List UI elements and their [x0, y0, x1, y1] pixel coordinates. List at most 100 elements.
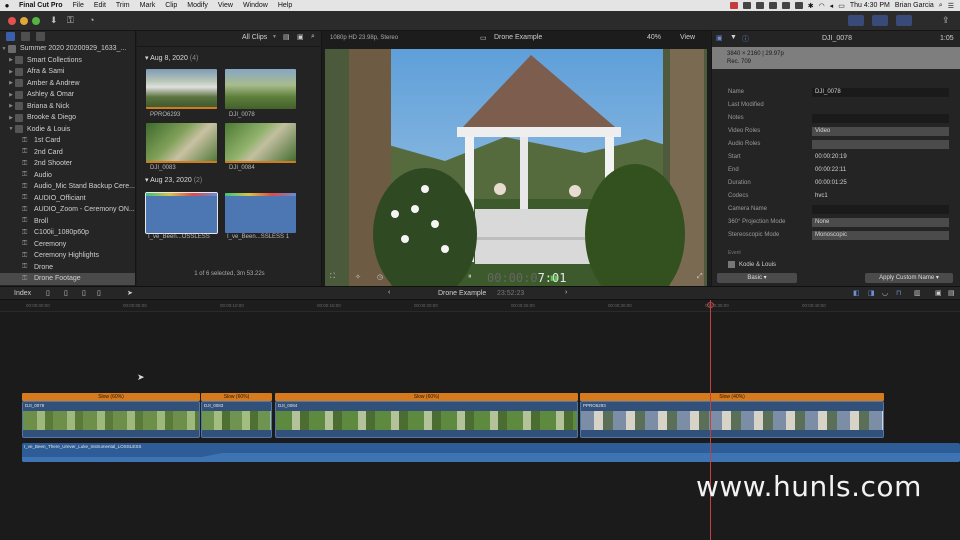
clip-thumbnail[interactable]: [146, 69, 217, 109]
video-frame[interactable]: [325, 49, 707, 298]
battery-icon[interactable]: ▭: [838, 2, 845, 10]
play-pause-icon[interactable]: ⏸: [468, 273, 472, 281]
photos-audio-tab-icon[interactable]: [21, 32, 30, 41]
metadata-field[interactable]: DJI_0078: [812, 88, 949, 97]
snapping-icon[interactable]: ⊓: [896, 289, 901, 297]
playhead[interactable]: [710, 300, 711, 540]
minimize-window-button[interactable]: [20, 17, 28, 25]
append-clip-icon[interactable]: ▯: [82, 289, 86, 297]
menubar-extra-icon[interactable]: [729, 2, 738, 9]
overwrite-clip-icon[interactable]: ▯: [97, 289, 101, 297]
clip-filter-popup[interactable]: All Clips: [242, 34, 267, 41]
sidebar-item-keyword[interactable]: ⚿ AUDIO_Officiant: [0, 193, 135, 205]
sidebar-item-keyword[interactable]: ⚿ Audio_Mic Stand Backup Cere...: [0, 181, 135, 193]
sidebar-item-event[interactable]: ▶ Briana & Nick: [0, 101, 135, 113]
disclosure-closed-icon[interactable]: ▶: [7, 103, 15, 109]
disclosure-closed-icon[interactable]: ▶: [7, 92, 15, 98]
menubar-extra-icon[interactable]: [755, 2, 764, 9]
menubar-extra-icon[interactable]: [781, 2, 790, 9]
metadata-field[interactable]: [812, 205, 949, 214]
select-tool-icon[interactable]: ➤: [127, 289, 133, 297]
bluetooth-icon[interactable]: ✱: [808, 2, 814, 10]
fullscreen-icon[interactable]: ⤢: [697, 273, 703, 281]
retime-bar[interactable]: Slow (60%): [275, 393, 578, 401]
menu-help[interactable]: Help: [273, 2, 297, 9]
sidebar-item-keyword[interactable]: ⚿ AUDIO_Zoom - Ceremony ON...: [0, 204, 135, 216]
menubar-extra-icon[interactable]: [742, 2, 751, 9]
audio-only-icon[interactable]: ◨: [868, 289, 875, 297]
menu-mark[interactable]: Mark: [135, 2, 161, 9]
clip-appearance-icon[interactable]: ▣: [297, 33, 304, 41]
disclosure-closed-icon[interactable]: ▶: [7, 69, 15, 75]
clip-thumbnail[interactable]: [225, 69, 296, 109]
audio-inspector-icon[interactable]: ▼: [730, 34, 737, 41]
view-options-popup[interactable]: View: [680, 34, 695, 41]
zoom-popup[interactable]: 40%: [647, 34, 661, 41]
timeline-view-icon[interactable]: ▣: [935, 289, 942, 297]
effects-browser-icon[interactable]: ▤: [948, 289, 955, 297]
share-icon[interactable]: ⇪: [942, 15, 950, 26]
disclosure-closed-icon[interactable]: ▶: [7, 57, 15, 63]
menu-window[interactable]: Window: [238, 2, 273, 9]
menu-modify[interactable]: Modify: [182, 2, 213, 9]
titles-generators-tab-icon[interactable]: [36, 32, 45, 41]
menubar-extra-icon[interactable]: [794, 2, 803, 9]
sidebar-item-event[interactable]: ▼ Kodie & Louis: [0, 124, 135, 136]
date-group-header[interactable]: ▾ Aug 23, 2020 (2): [145, 176, 202, 184]
libraries-tab-icon[interactable]: [6, 32, 15, 41]
timeline[interactable]: ➤ Slow (60%) Slow (60%) Slow (60%) Slow (40…: [0, 312, 960, 540]
retime-bar[interactable]: Slow (60%): [22, 393, 200, 401]
audio-clip-thumbnail[interactable]: [145, 192, 218, 234]
audio-clip-thumbnail[interactable]: [225, 193, 296, 233]
close-window-button[interactable]: [8, 17, 16, 25]
sidebar-item-keyword[interactable]: ⚿ Ceremony: [0, 239, 135, 251]
timeline-forward-icon[interactable]: ›: [565, 289, 567, 296]
menu-file[interactable]: File: [68, 2, 89, 9]
sidebar-item-keyword[interactable]: ⚿ 2nd Shooter: [0, 158, 135, 170]
menubar-extra-icon[interactable]: [768, 2, 777, 9]
clip-thumbnail[interactable]: [225, 123, 296, 163]
metadata-popup[interactable]: Monoscopic: [812, 231, 949, 240]
date-group-header[interactable]: ▾ Aug 8, 2020 (4): [145, 54, 198, 62]
menu-view[interactable]: View: [213, 2, 238, 9]
timeline-ruler[interactable]: 00:00:00:00 00:00:05:00 00:00:10:00 00:00:1…: [0, 300, 960, 312]
filmstrip-view-icon[interactable]: ▤: [283, 33, 290, 41]
info-icon[interactable]: ⓘ: [742, 34, 749, 44]
zoom-window-button[interactable]: [32, 17, 40, 25]
enhancements-icon[interactable]: ✧: [355, 273, 361, 281]
sidebar-item-event[interactable]: ▶ Smart Collections: [0, 55, 135, 67]
library-row[interactable]: ▼ Summer 2020 20200929_1633_...: [0, 43, 135, 55]
sidebar-item-keyword[interactable]: ⚿ Audio: [0, 170, 135, 182]
video-clip[interactable]: PPRO6293: [580, 401, 884, 438]
audio-clip[interactable]: I_ve_Been_There_Urever_Luke_Instrumental…: [22, 443, 960, 462]
connect-clip-icon[interactable]: ▯: [46, 289, 50, 297]
wifi-icon[interactable]: ◠: [819, 2, 825, 10]
sidebar-item-keyword[interactable]: ⚿ Drone Footage: [0, 273, 135, 285]
sidebar-item-keyword[interactable]: ⚿ 1st Card: [0, 135, 135, 147]
sidebar-item-event[interactable]: ▶ Afra & Sami: [0, 66, 135, 78]
timeline-back-icon[interactable]: ‹: [388, 289, 390, 296]
transform-tool-icon[interactable]: ⛶: [330, 273, 335, 281]
spotlight-icon[interactable]: ⌕: [939, 2, 943, 10]
import-icon[interactable]: ⬇: [50, 15, 58, 26]
sidebar-item-event[interactable]: ▶ Brooke & Diego: [0, 112, 135, 124]
workspace-layout-button[interactable]: [848, 15, 864, 26]
timeline-index-button[interactable]: Index: [14, 290, 31, 297]
video-clip[interactable]: DJI_0084: [275, 401, 578, 438]
sidebar-item-keyword[interactable]: ⚿ Drone: [0, 262, 135, 274]
disclosure-closed-icon[interactable]: ▶: [7, 115, 15, 121]
keyword-icon[interactable]: ⚿: [67, 15, 74, 26]
disclosure-open-icon[interactable]: ▼: [0, 46, 8, 52]
headphones-icon[interactable]: ◡: [882, 289, 888, 297]
background-tasks-icon[interactable]: ◔: [89, 15, 94, 25]
video-clip[interactable]: DJI_0083: [201, 401, 272, 438]
sidebar-item-keyword[interactable]: ⚿ C100ii_1080p60p: [0, 227, 135, 239]
sidebar-item-event[interactable]: ▶ Amber & Andrew: [0, 78, 135, 90]
menu-clip[interactable]: Clip: [160, 2, 182, 9]
video-clip[interactable]: DJI_0078: [22, 401, 200, 438]
workspace-timeline-button[interactable]: [872, 15, 888, 26]
menu-edit[interactable]: Edit: [89, 2, 111, 9]
video-only-icon[interactable]: ◧: [853, 289, 860, 297]
sidebar-item-event[interactable]: ▶ Ashley & Omar: [0, 89, 135, 101]
metadata-popup[interactable]: None: [812, 218, 949, 227]
